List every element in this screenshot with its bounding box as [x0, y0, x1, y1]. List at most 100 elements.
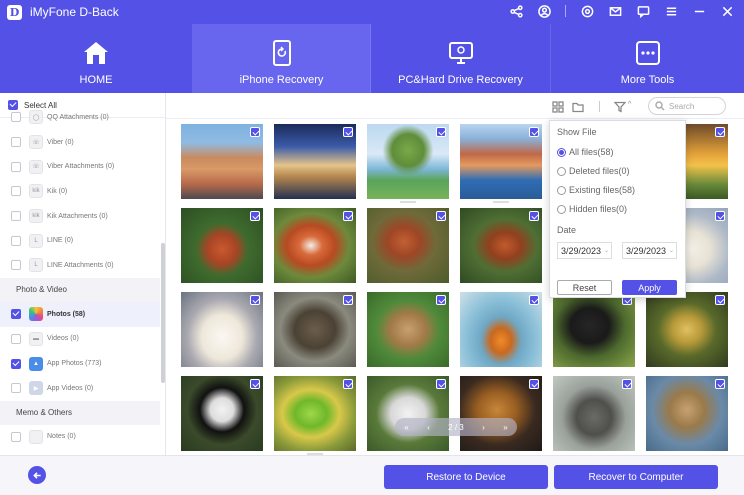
- photo-thumbnail[interactable]: [181, 124, 263, 199]
- item-checkbox[interactable]: [11, 333, 21, 344]
- filter-option-hidden[interactable]: Hidden files(0): [557, 204, 627, 214]
- date-to-select[interactable]: 3/29/2023 ⌄: [622, 242, 677, 259]
- photo-checkbox[interactable]: [343, 295, 353, 305]
- recover-to-computer-button[interactable]: Recover to Computer: [554, 465, 718, 489]
- photo-thumbnail[interactable]: [646, 292, 728, 367]
- radio-button[interactable]: [557, 147, 566, 157]
- menu-icon[interactable]: [664, 4, 678, 18]
- tab-pc-hard-drive-recovery[interactable]: PC&Hard Drive Recovery: [371, 24, 551, 93]
- feedback-icon[interactable]: [636, 4, 650, 18]
- sidebar-scrollbar[interactable]: [161, 243, 165, 383]
- minimize-icon[interactable]: [692, 4, 706, 18]
- filter-option-existing[interactable]: Existing files(58): [557, 185, 635, 195]
- sidebar-item-kik-attachments[interactable]: kik Kik Attachments (0): [0, 204, 160, 229]
- photo-checkbox[interactable]: [622, 379, 632, 389]
- photo-checkbox[interactable]: [436, 295, 446, 305]
- sidebar-item-videos[interactable]: ▬ Videos (0): [0, 327, 160, 352]
- sidebar-item-viber[interactable]: ☏ Viber (0): [0, 130, 160, 155]
- photo-checkbox[interactable]: [529, 295, 539, 305]
- photo-checkbox[interactable]: [715, 379, 725, 389]
- tab-iphone-recovery[interactable]: iPhone Recovery: [193, 24, 371, 93]
- restore-to-device-button[interactable]: Restore to Device: [384, 465, 548, 489]
- radio-button[interactable]: [557, 185, 566, 195]
- photo-checkbox[interactable]: [250, 211, 260, 221]
- photo-checkbox[interactable]: [250, 295, 260, 305]
- photo-thumbnail[interactable]: [181, 208, 263, 283]
- photo-checkbox[interactable]: [343, 127, 353, 137]
- sidebar-item-viber-attachments[interactable]: ☏ Viber Attachments (0): [0, 154, 160, 179]
- photo-thumbnail[interactable]: [274, 208, 356, 283]
- photo-checkbox[interactable]: [343, 211, 353, 221]
- item-checkbox[interactable]: [11, 161, 21, 172]
- folder-view-icon[interactable]: [572, 100, 584, 113]
- photo-checkbox[interactable]: [715, 295, 725, 305]
- sidebar-item-app-videos[interactable]: ▶ App Videos (0): [0, 376, 160, 401]
- apply-button[interactable]: Apply: [622, 280, 677, 295]
- tab-home[interactable]: HOME: [0, 24, 193, 93]
- photo-checkbox[interactable]: [250, 127, 260, 137]
- photo-thumbnail[interactable]: [274, 292, 356, 367]
- photo-thumbnail[interactable]: [460, 208, 542, 283]
- photo-thumbnail[interactable]: [646, 376, 728, 451]
- chevron-up-icon[interactable]: ^: [628, 101, 631, 108]
- photo-thumbnail[interactable]: [460, 292, 542, 367]
- sidebar-item-app-photos[interactable]: ▲ App Photos (773): [0, 351, 160, 376]
- sidebar-item-notes[interactable]: Notes (0): [0, 425, 160, 450]
- sidebar-item-line-attachments[interactable]: L LINE Attachments (0): [0, 253, 160, 278]
- settings-icon[interactable]: [580, 4, 594, 18]
- filter-option-deleted[interactable]: Deleted files(0): [557, 166, 630, 176]
- photo-thumbnail[interactable]: [460, 124, 542, 199]
- filter-icon[interactable]: [613, 100, 627, 113]
- mail-icon[interactable]: [608, 4, 622, 18]
- item-checkbox[interactable]: [11, 211, 21, 222]
- photo-thumbnail[interactable]: [181, 376, 263, 451]
- prev-page-icon[interactable]: ‹: [427, 423, 430, 432]
- filter-option-all[interactable]: All files(58): [557, 147, 614, 157]
- item-checkbox[interactable]: [11, 260, 21, 271]
- close-icon[interactable]: [720, 4, 734, 18]
- reset-button[interactable]: Reset: [557, 280, 612, 295]
- grid-view-icon[interactable]: [552, 100, 564, 113]
- photo-thumbnail[interactable]: [553, 376, 635, 451]
- photo-checkbox[interactable]: [529, 379, 539, 389]
- sidebar-item-qq-attachments[interactable]: ◯ QQ Attachments (0): [0, 105, 160, 130]
- photo-checkbox[interactable]: [343, 379, 353, 389]
- photo-checkbox[interactable]: [436, 379, 446, 389]
- sidebar-item-line[interactable]: L LINE (0): [0, 228, 160, 253]
- search-input[interactable]: Search: [648, 97, 726, 115]
- item-checkbox[interactable]: [11, 431, 21, 442]
- photo-checkbox[interactable]: [436, 211, 446, 221]
- photo-checkbox[interactable]: [715, 127, 725, 137]
- photo-checkbox[interactable]: [436, 127, 446, 137]
- photo-thumbnail[interactable]: [367, 376, 449, 451]
- photo-thumbnail[interactable]: [460, 376, 542, 451]
- tab-more-tools[interactable]: More Tools: [551, 24, 744, 93]
- radio-button[interactable]: [557, 204, 566, 214]
- item-checkbox[interactable]: [11, 137, 21, 148]
- photo-thumbnail[interactable]: [274, 376, 356, 451]
- first-page-icon[interactable]: «: [404, 423, 408, 432]
- photo-thumbnail[interactable]: [367, 124, 449, 199]
- share-icon[interactable]: [509, 4, 523, 18]
- radio-button[interactable]: [557, 166, 566, 176]
- back-button[interactable]: [28, 466, 46, 484]
- photo-thumbnail[interactable]: [367, 292, 449, 367]
- item-checkbox[interactable]: [11, 235, 21, 246]
- date-from-select[interactable]: 3/29/2023 ⌄: [557, 242, 612, 259]
- photo-checkbox[interactable]: [250, 379, 260, 389]
- sidebar-item-kik[interactable]: kik Kik (0): [0, 179, 160, 204]
- item-checkbox[interactable]: [11, 186, 21, 197]
- next-page-icon[interactable]: ›: [482, 423, 485, 432]
- photo-checkbox[interactable]: [529, 127, 539, 137]
- last-page-icon[interactable]: »: [503, 423, 507, 432]
- photo-checkbox[interactable]: [529, 211, 539, 221]
- item-checkbox[interactable]: [11, 309, 21, 320]
- item-checkbox[interactable]: [11, 358, 21, 369]
- photo-thumbnail[interactable]: [367, 208, 449, 283]
- sidebar-item-photos[interactable]: Photos (58): [0, 301, 160, 327]
- item-checkbox[interactable]: [11, 112, 21, 123]
- photo-checkbox[interactable]: [715, 211, 725, 221]
- account-icon[interactable]: [537, 4, 551, 18]
- item-checkbox[interactable]: [11, 383, 21, 394]
- photo-thumbnail[interactable]: [553, 292, 635, 367]
